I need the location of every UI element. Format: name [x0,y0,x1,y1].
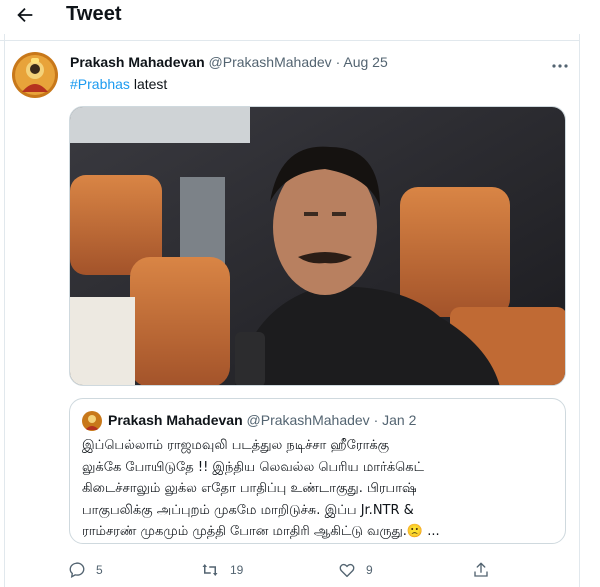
quoted-date: Jan 2 [382,412,417,428]
quoted-tweet[interactable]: Prakash Mahadevan @PrakashMahadev · Jan … [69,398,566,544]
retweet-icon [202,564,218,576]
tweet-text-rest: latest [129,76,168,92]
top-bar: Tweet [0,0,600,34]
reply-button[interactable]: 5 [68,559,103,581]
retweet-count: 19 [230,563,244,577]
reply-count: 5 [96,563,103,577]
share-icon [474,562,488,577]
quoted-text-line: பாகுபலிக்கு அப்புறம் முகமே மாறிடுச்சு. இ… [82,502,414,518]
page-title: Tweet [66,3,122,25]
retweet-button[interactable]: 19 [200,559,243,581]
quoted-text-emoji-ellipsis: 🙁 ... [406,524,440,539]
column-border-left [4,34,5,587]
quoted-text-line: ராம்சரண் முகமும் முத்தி போன மாதிரி ஆகிட்… [82,521,560,543]
quoted-text-line-end: ராம்சரண் முகமும் முத்தி போன மாதிரி ஆகிட்… [82,524,407,539]
more-button[interactable] [550,58,570,68]
hashtag-link[interactable]: #Prabhas [70,76,130,92]
share-button[interactable] [472,559,490,581]
author-handle[interactable]: @PrakashMahadev [209,54,332,70]
tweet-text: #Prabhas latest [70,76,167,92]
reply-icon [69,562,85,578]
heart-icon [339,563,355,578]
quoted-text-line: இப்பெல்லாம் ராஜமவுலி படத்துல நடிச்சா ஹீர… [82,438,390,453]
header-divider [0,40,580,41]
like-count: 9 [366,563,373,577]
tweet-header: Prakash Mahadevan @PrakashMahadev · Aug … [70,54,388,70]
arrow-left-icon [17,7,33,23]
quoted-text-line: கிடைச்சாலும் லுக்ல எதோ பாதிப்பு உண்டாகுத… [82,481,417,496]
author-name[interactable]: Prakash Mahadevan [70,54,205,70]
column-border-right [579,34,580,587]
back-button[interactable] [14,4,36,26]
separator: · [335,54,341,70]
like-button[interactable]: 9 [338,559,373,581]
tweet-date[interactable]: Aug 25 [343,54,387,70]
quoted-author-name: Prakash Mahadevan [108,412,243,428]
quoted-text-line: லுக்கே போயிடுதே !! இந்திய லெவல்ல பெரிய ம… [82,459,424,475]
more-horizontal-icon [552,64,568,68]
quoted-separator: · [373,412,379,428]
quoted-author-avatar [82,411,102,431]
quoted-author-handle: @PrakashMahadev [246,412,370,428]
action-bar: 5 19 9 [68,559,568,581]
quoted-header: Prakash Mahadevan @PrakashMahadev · Jan … [108,412,416,428]
quoted-text: இப்பெல்லாம் ராஜமவுலி படத்துல நடிச்சா ஹீர… [82,435,560,543]
author-avatar[interactable] [12,52,58,98]
tweet-photo[interactable] [69,106,566,386]
